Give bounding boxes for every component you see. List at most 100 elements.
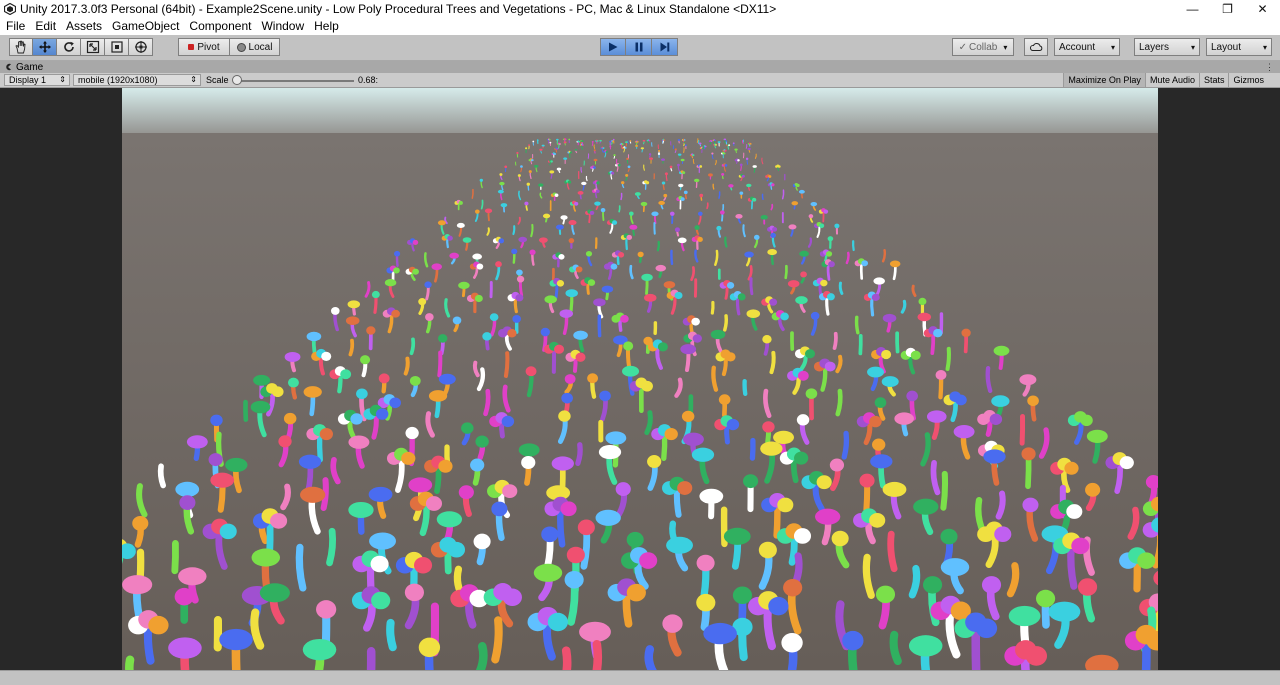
play-button[interactable] (600, 38, 626, 56)
plant-stem (506, 353, 507, 376)
rotate-tool-button[interactable] (57, 38, 81, 56)
plant-canopy (663, 194, 667, 197)
plant-canopy (549, 139, 551, 141)
plant-canopy (568, 181, 571, 184)
plant-canopy (637, 141, 639, 143)
plant-canopy (518, 237, 527, 243)
plant-canopy (532, 141, 534, 143)
menu-component[interactable]: Component (184, 18, 256, 35)
plant (175, 543, 176, 570)
plant (751, 279, 752, 294)
plant-canopy (791, 201, 798, 205)
rect-tool-button[interactable] (105, 38, 129, 56)
plant-canopy (923, 576, 942, 594)
plant-canopy (982, 576, 1001, 594)
tab-menu-icon[interactable]: ⋮ (1265, 61, 1274, 73)
tab-game[interactable]: Game (4, 61, 43, 73)
cloud-group (1024, 38, 1048, 56)
account-dropdown[interactable]: Account ▾ (1054, 38, 1120, 56)
plant-canopy (581, 182, 586, 185)
plant-canopy (371, 592, 390, 610)
plant-canopy (418, 298, 426, 305)
plant-canopy (828, 261, 835, 267)
plant-canopy (613, 139, 615, 141)
layers-dropdown[interactable]: Layers ▾ (1134, 38, 1200, 56)
collab-dropdown[interactable]: ✓ Collab ▾ (952, 38, 1014, 56)
local-button[interactable]: Local (230, 38, 280, 56)
scale-slider-track[interactable] (236, 80, 354, 82)
plant-canopy (299, 455, 321, 469)
menu-gameobject[interactable]: GameObject (107, 18, 184, 35)
scale-icon (86, 40, 100, 54)
plant-canopy (869, 416, 881, 427)
plant-canopy (795, 296, 807, 304)
step-button[interactable] (652, 38, 678, 56)
plant-canopy (270, 513, 287, 529)
plant-canopy (593, 166, 596, 169)
move-tool-button[interactable] (33, 38, 57, 56)
display-label: Display 1 (9, 75, 46, 85)
plant-stem (161, 466, 163, 485)
minimize-button[interactable]: — (1175, 0, 1210, 18)
plant-canopy (272, 386, 284, 397)
menu-window[interactable]: Window (256, 18, 309, 35)
plant-canopy (715, 144, 717, 146)
close-button[interactable]: ✕ (1245, 0, 1280, 18)
plant-canopy (602, 147, 604, 149)
pause-button[interactable] (626, 38, 652, 56)
plant-canopy (475, 436, 488, 448)
plant (299, 547, 303, 588)
plant-canopy (692, 448, 714, 462)
menu-help[interactable]: Help (309, 18, 344, 35)
resolution-dropdown[interactable]: mobile (1920x1080) ⇕ (73, 74, 201, 86)
plant-canopy (811, 202, 818, 206)
plant-canopy (719, 394, 731, 405)
display-dropdown[interactable]: Display 1 ⇕ (4, 74, 70, 86)
plant-canopy (307, 332, 322, 341)
menu-file[interactable]: File (0, 18, 30, 35)
plant-canopy (834, 224, 839, 229)
mute-audio-toggle[interactable]: Mute Audio (1145, 73, 1199, 87)
plant-canopy (220, 524, 237, 540)
transform-tool-button[interactable] (129, 38, 153, 56)
plant-canopy (694, 225, 699, 230)
plant-canopy (647, 455, 661, 468)
game-viewport[interactable] (122, 88, 1158, 670)
stats-toggle[interactable]: Stats (1199, 73, 1229, 87)
layout-dropdown[interactable]: Layout ▾ (1206, 38, 1272, 56)
plant-canopy (558, 410, 570, 421)
plant-stem (752, 441, 753, 459)
plant-canopy (210, 473, 234, 488)
pivot-button[interactable]: Pivot (178, 38, 230, 56)
plant-canopy (661, 158, 665, 161)
plant-canopy (725, 164, 728, 167)
scale-slider-thumb[interactable] (232, 75, 242, 85)
plant-canopy (670, 212, 675, 216)
plant (891, 534, 894, 569)
plant-stem (894, 635, 898, 661)
restore-button[interactable]: ❐ (1210, 0, 1245, 18)
menu-edit[interactable]: Edit (30, 18, 61, 35)
game-view-controls: Display 1 ⇕ mobile (1920x1080) ⇕ Scale 0… (0, 73, 1280, 88)
plant-canopy (742, 175, 745, 178)
plant-canopy (629, 212, 634, 216)
menu-assets[interactable]: Assets (61, 18, 107, 35)
plant-canopy (665, 172, 668, 175)
plant-canopy (429, 390, 447, 402)
plant-canopy (284, 413, 296, 424)
plant-canopy (744, 251, 754, 257)
plant-canopy (348, 436, 369, 449)
cloud-button[interactable] (1024, 38, 1048, 56)
hand-tool-button[interactable] (9, 38, 33, 56)
plant-canopy (541, 328, 550, 337)
gizmos-toggle[interactable]: Gizmos (1228, 73, 1268, 87)
scale-tool-button[interactable] (81, 38, 105, 56)
plant-stem (857, 317, 858, 332)
maximize-on-play-toggle[interactable]: Maximize On Play (1063, 73, 1145, 87)
plant-canopy (602, 286, 613, 293)
plant-canopy (539, 149, 542, 151)
plant-canopy (768, 597, 788, 616)
plant-stem (619, 206, 620, 212)
plant-canopy (405, 427, 418, 439)
plant-canopy (578, 191, 584, 195)
